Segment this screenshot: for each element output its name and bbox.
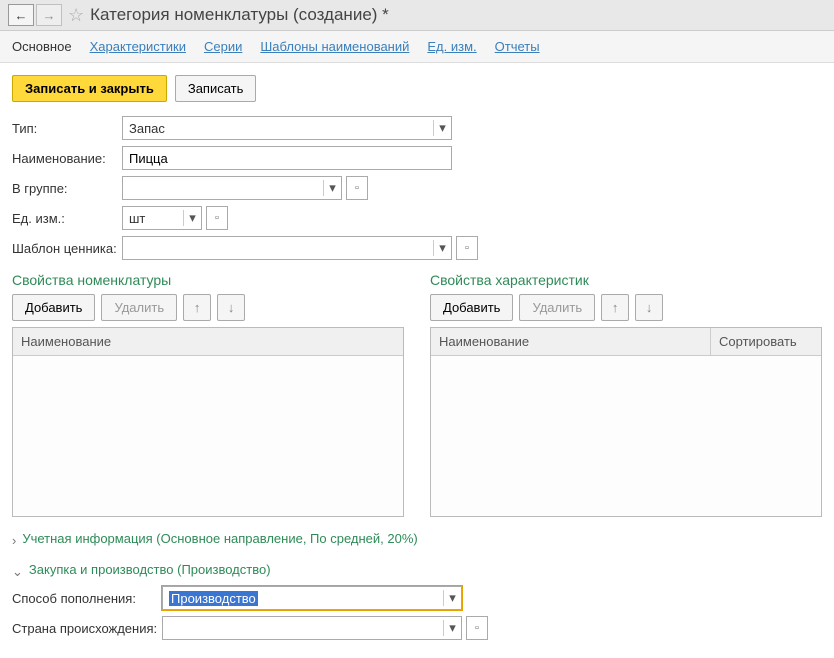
chevron-down-icon[interactable]: ▾ (433, 120, 451, 136)
chevron-down-icon[interactable]: ▾ (183, 210, 201, 226)
tab-series[interactable]: Серии (204, 39, 242, 54)
price-template-dropdown[interactable]: ▾ (122, 236, 452, 260)
price-template-open-button[interactable]: ▫ (456, 236, 478, 260)
accounting-section-title: Учетная информация (Основное направление… (22, 531, 417, 546)
tab-units[interactable]: Ед. изм. (427, 39, 476, 54)
move-up-button[interactable]: ↑ (183, 294, 211, 321)
country-dropdown[interactable]: ▾ (162, 616, 462, 640)
price-template-label: Шаблон ценника: (12, 241, 122, 256)
group-dropdown[interactable]: ▾ (122, 176, 342, 200)
accounting-section-toggle[interactable]: › Учетная информация (Основное направлен… (12, 531, 822, 548)
nomenclature-add-button[interactable]: Добавить (12, 294, 95, 321)
type-dropdown[interactable]: Запас ▾ (122, 116, 452, 140)
characteristics-grid: Наименование Сортировать (430, 327, 822, 517)
type-label: Тип: (12, 121, 122, 136)
characteristics-col-sort[interactable]: Сортировать (711, 328, 821, 355)
page-title: Категория номенклатуры (создание) * (90, 5, 389, 25)
move-up-button[interactable]: ↑ (601, 294, 629, 321)
purchase-section-title: Закупка и производство (Производство) (29, 562, 271, 577)
chevron-down-icon[interactable]: ▾ (443, 590, 461, 606)
characteristics-props-title: Свойства характеристик (430, 272, 822, 288)
move-down-button[interactable]: ↓ (217, 294, 245, 321)
tab-main[interactable]: Основное (12, 39, 72, 54)
favorite-star-icon[interactable]: ☆ (68, 5, 84, 26)
save-and-close-button[interactable]: Записать и закрыть (12, 75, 167, 102)
chevron-down-icon[interactable]: ▾ (323, 180, 341, 196)
country-label: Страна происхождения: (12, 621, 162, 636)
country-open-button[interactable]: ▫ (466, 616, 488, 640)
characteristics-add-button[interactable]: Добавить (430, 294, 513, 321)
characteristics-delete-button[interactable]: Удалить (519, 294, 595, 321)
tab-bar: Основное Характеристики Серии Шаблоны на… (0, 31, 834, 63)
characteristics-grid-body[interactable] (431, 356, 821, 516)
type-value: Запас (123, 121, 433, 136)
nomenclature-props-title: Свойства номенклатуры (12, 272, 404, 288)
unit-value: шт (123, 211, 183, 226)
move-down-button[interactable]: ↓ (635, 294, 663, 321)
name-input[interactable] (122, 146, 452, 170)
nomenclature-delete-button[interactable]: Удалить (101, 294, 177, 321)
tab-reports[interactable]: Отчеты (495, 39, 540, 54)
nav-back-button[interactable]: ← (8, 4, 34, 26)
chevron-down-icon: ⌄ (12, 564, 23, 580)
tab-name-templates[interactable]: Шаблоны наименований (260, 39, 409, 54)
nomenclature-grid-body[interactable] (13, 356, 403, 516)
replenish-value: Производство (163, 591, 443, 606)
tab-characteristics[interactable]: Характеристики (90, 39, 186, 54)
unit-label: Ед. изм.: (12, 211, 122, 226)
replenish-dropdown[interactable]: Производство ▾ (162, 586, 462, 610)
nomenclature-grid: Наименование (12, 327, 404, 517)
titlebar: ← → ☆ Категория номенклатуры (создание) … (0, 0, 834, 31)
save-button[interactable]: Записать (175, 75, 257, 102)
nomenclature-col-name[interactable]: Наименование (13, 328, 403, 355)
replenish-label: Способ пополнения: (12, 591, 162, 606)
name-label: Наименование: (12, 151, 122, 166)
unit-open-button[interactable]: ▫ (206, 206, 228, 230)
main-toolbar: Записать и закрыть Записать (12, 75, 822, 102)
purchase-section-toggle[interactable]: ⌄ Закупка и производство (Производство) (12, 562, 822, 580)
unit-dropdown[interactable]: шт ▾ (122, 206, 202, 230)
chevron-down-icon[interactable]: ▾ (443, 620, 461, 636)
chevron-down-icon[interactable]: ▾ (433, 240, 451, 256)
chevron-right-icon: › (12, 533, 16, 548)
characteristics-col-name[interactable]: Наименование (431, 328, 711, 355)
nav-forward-button[interactable]: → (36, 4, 62, 26)
group-open-button[interactable]: ▫ (346, 176, 368, 200)
group-label: В группе: (12, 181, 122, 196)
